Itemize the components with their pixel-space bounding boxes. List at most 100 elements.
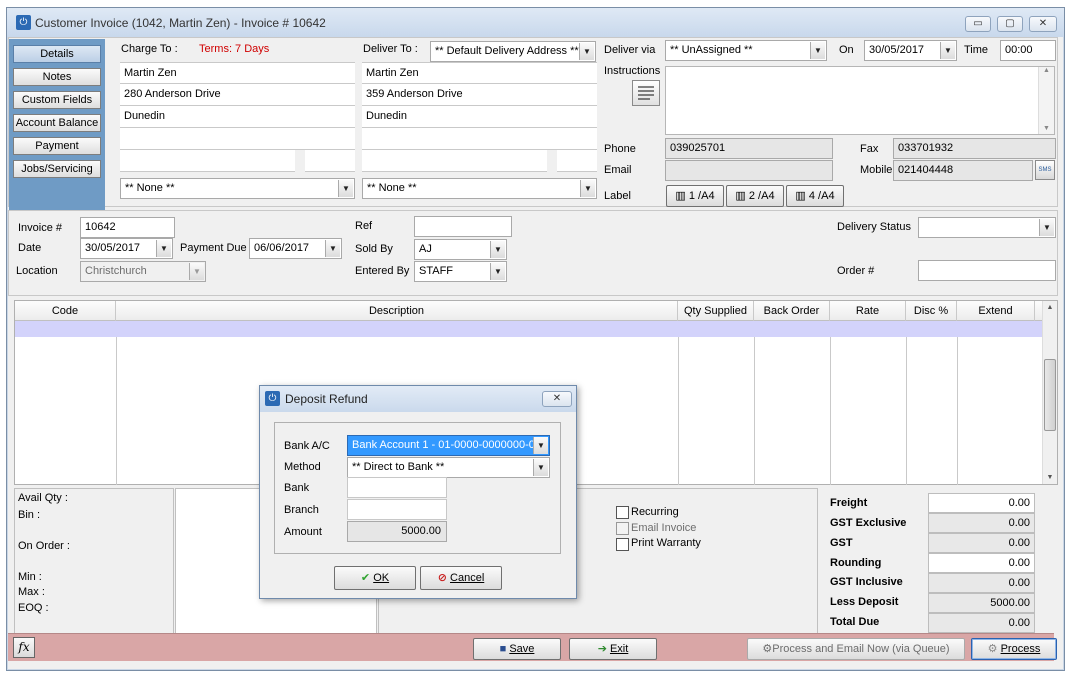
recurring-checkbox[interactable] [616, 506, 629, 519]
close-button[interactable]: ✕ [1029, 16, 1057, 32]
charge-to-select[interactable]: ** None ** ▼ [120, 178, 355, 199]
rounding-value[interactable]: 0.00 [928, 553, 1035, 573]
scroll-thumb[interactable] [1044, 359, 1056, 431]
delivery-status-select[interactable]: ▼ [918, 217, 1056, 238]
sold-by-select[interactable]: AJ ▼ [414, 239, 507, 260]
chevron-down-icon[interactable]: ▼ [490, 263, 505, 280]
deliver-to-line-2[interactable]: 359 Anderson Drive [362, 84, 597, 106]
fax-input[interactable]: 033701932 [893, 138, 1056, 159]
scroll-up-icon[interactable]: ▲ [1043, 301, 1057, 311]
column-extend[interactable]: Extend [957, 301, 1035, 321]
payment-due-input[interactable]: 06/06/2017 ▼ [249, 238, 342, 259]
maximize-button[interactable]: ▢ [997, 16, 1023, 32]
chevron-down-icon[interactable]: ▼ [580, 180, 595, 197]
process-and-email-button: ⚙Process and Email Now (via Queue) [747, 638, 965, 660]
deliver-to-line-4[interactable] [362, 128, 597, 150]
chevron-down-icon[interactable]: ▼ [325, 240, 340, 257]
grid-scrollbar[interactable]: ▲ ▼ [1042, 301, 1057, 484]
dialog-close-button[interactable]: ✕ [542, 391, 572, 407]
chevron-down-icon[interactable]: ▼ [338, 180, 353, 197]
table-row[interactable] [15, 321, 1043, 337]
label-1-a4-button[interactable]: ▥ 1 /A4 [666, 185, 724, 207]
charge-to-line-4[interactable] [120, 128, 355, 150]
sms-icon[interactable]: SMS [1035, 160, 1055, 180]
print-warranty-label: Print Warranty [631, 537, 701, 549]
barcode-icon: ▥ [675, 190, 689, 202]
email-input[interactable] [665, 160, 833, 181]
delivery-address-select[interactable]: ** Default Delivery Address ** ▼ [430, 41, 596, 62]
instructions-textarea[interactable]: ▲ ▼ [665, 66, 1055, 135]
amount-input[interactable]: 5000.00 [347, 521, 447, 542]
label-2-a4-button[interactable]: ▥ 2 /A4 [726, 185, 784, 207]
delivery-time-input[interactable]: 00:00 [1000, 40, 1056, 61]
close-icon: ✕ [552, 393, 562, 404]
chevron-down-icon[interactable]: ▼ [579, 43, 594, 60]
column-back-order[interactable]: Back Order [754, 301, 830, 321]
chevron-down-icon[interactable]: ▼ [533, 459, 548, 476]
column-disc[interactable]: Disc % [906, 301, 957, 321]
bank-ac-select[interactable]: Bank Account 1 - 01-0000-0000000-00 ▼ [347, 435, 550, 456]
charge-to-line-1[interactable]: Martin Zen [120, 62, 355, 84]
date-value: 30/05/2017 [85, 242, 141, 254]
chevron-down-icon[interactable]: ▼ [810, 42, 825, 59]
save-button[interactable]: ■ Save [473, 638, 561, 660]
charge-to-line-3[interactable]: Dunedin [120, 106, 355, 128]
chevron-down-icon[interactable]: ▼ [490, 241, 505, 258]
minimize-button[interactable]: ▭ [965, 16, 991, 32]
deliver-via-select[interactable]: ** UnAssigned ** ▼ [665, 40, 827, 61]
close-icon: ✕ [1038, 18, 1048, 29]
date-input[interactable]: 30/05/2017 ▼ [80, 238, 173, 259]
exit-button[interactable]: ➔ Exit [569, 638, 657, 660]
process-button[interactable]: ⚙ Process [971, 638, 1057, 660]
chevron-down-icon[interactable]: ▼ [1039, 219, 1054, 236]
cancel-button[interactable]: ⊘ Cancel [420, 566, 502, 590]
deliver-to-city[interactable] [362, 150, 547, 172]
instructions-scrollbar[interactable]: ▲ ▼ [1038, 67, 1054, 134]
charge-to-postcode[interactable] [305, 150, 355, 172]
fx-button[interactable]: fx [13, 637, 35, 658]
checkmark-icon: ✔ [360, 572, 374, 584]
sidebar-item-details[interactable]: Details [13, 45, 101, 63]
notepad-icon[interactable] [632, 80, 660, 106]
ref-input[interactable] [414, 216, 512, 237]
sidebar-item-notes[interactable]: Notes [13, 68, 101, 86]
delivery-address-value: ** Default Delivery Address ** [435, 45, 579, 57]
charge-to-line-2[interactable]: 280 Anderson Drive [120, 84, 355, 106]
delivery-date-input[interactable]: 30/05/2017 ▼ [864, 40, 957, 61]
deliver-to-line-3[interactable]: Dunedin [362, 106, 597, 128]
column-qty-supplied[interactable]: Qty Supplied [678, 301, 754, 321]
order-number-input[interactable] [918, 260, 1056, 281]
column-divider [116, 337, 117, 485]
phone-input[interactable]: 039025701 [665, 138, 833, 159]
charge-to-city[interactable] [120, 150, 295, 172]
method-select[interactable]: ** Direct to Bank ** ▼ [347, 457, 550, 478]
column-rate[interactable]: Rate [830, 301, 906, 321]
gst-exclusive-value: 0.00 [928, 513, 1035, 533]
label-4-a4-button[interactable]: ▥ 4 /A4 [786, 185, 844, 207]
mobile-label: Mobile [860, 164, 893, 176]
print-warranty-checkbox[interactable] [616, 538, 629, 551]
sidebar-item-payment[interactable]: Payment [13, 137, 101, 155]
branch-input[interactable] [347, 499, 447, 520]
freight-value[interactable]: 0.00 [928, 493, 1035, 513]
scroll-down-icon[interactable]: ▼ [1043, 474, 1057, 481]
deliver-to-postcode[interactable] [557, 150, 597, 172]
chevron-down-icon[interactable]: ▼ [156, 240, 171, 257]
sidebar-item-account-balance[interactable]: Account Balance [13, 114, 101, 132]
deliver-to-select[interactable]: ** None ** ▼ [362, 178, 597, 199]
column-code[interactable]: Code [15, 301, 116, 321]
entered-by-select[interactable]: STAFF ▼ [414, 261, 507, 282]
deliver-to-label: Deliver To : [363, 43, 418, 55]
invoice-number-input[interactable]: 10642 [80, 217, 175, 238]
sidebar-item-jobs-servicing[interactable]: Jobs/Servicing [13, 160, 101, 178]
mobile-input[interactable]: 021404448 [893, 160, 1033, 181]
column-description[interactable]: Description [116, 301, 678, 321]
chevron-down-icon[interactable]: ▼ [940, 42, 955, 59]
on-order-label: On Order : [18, 540, 70, 552]
chevron-down-icon[interactable]: ▼ [533, 437, 548, 454]
sidebar-item-custom-fields[interactable]: Custom Fields [13, 91, 101, 109]
ok-button[interactable]: ✔ OK [334, 566, 416, 590]
less-deposit-label: Less Deposit [830, 596, 899, 608]
deliver-to-line-1[interactable]: Martin Zen [362, 62, 597, 84]
bank-input[interactable] [347, 477, 447, 498]
